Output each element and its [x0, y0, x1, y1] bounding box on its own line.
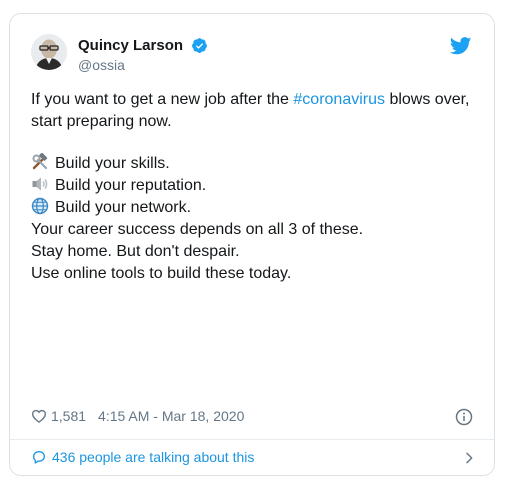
info-icon[interactable] [455, 408, 473, 426]
verified-badge-icon [192, 38, 207, 53]
tweet-card: Quincy Larson @ossia If you want to get … [9, 13, 495, 476]
author-name[interactable]: Quincy Larson [78, 37, 183, 54]
globe-emoji-icon [31, 197, 49, 215]
like-count[interactable]: 1,581 [51, 408, 86, 424]
hashtag-link[interactable]: #coronavirus [293, 91, 385, 108]
speech-bubble-icon [33, 451, 45, 464]
speaker-emoji-icon [32, 177, 48, 191]
person-avatar-icon [31, 34, 67, 70]
tweet-line-reputation: Build your reputation. [31, 175, 481, 197]
hammer-and-wrench-emoji-icon [32, 153, 48, 170]
tweet-intro: If you want to get a new job after the #… [31, 91, 470, 130]
tweet-meta: 1,581 4:15 AM - Mar 18, 2020 [31, 408, 244, 424]
chevron-right-icon[interactable] [461, 450, 477, 466]
divider [10, 439, 494, 440]
tweet-line-stay: Stay home. But don't despair. [31, 243, 240, 260]
tweet-text: If you want to get a new job after the #… [31, 89, 481, 285]
heart-icon[interactable] [31, 408, 47, 424]
author-handle[interactable]: @ossia [78, 57, 125, 73]
tweet-line-career: Your career success depends on all 3 of … [31, 221, 364, 238]
tweet-line-tools: Use online tools to build these today. [31, 265, 292, 282]
tweet-line-network: Build your network. [31, 197, 481, 219]
twitter-bird-icon[interactable] [450, 37, 472, 55]
tweet-timestamp[interactable]: 4:15 AM - Mar 18, 2020 [98, 408, 244, 424]
avatar[interactable] [31, 34, 67, 70]
tweet-line-skills: Build your skills. [31, 153, 481, 175]
conversation-link[interactable]: 436 people are talking about this [31, 449, 254, 465]
